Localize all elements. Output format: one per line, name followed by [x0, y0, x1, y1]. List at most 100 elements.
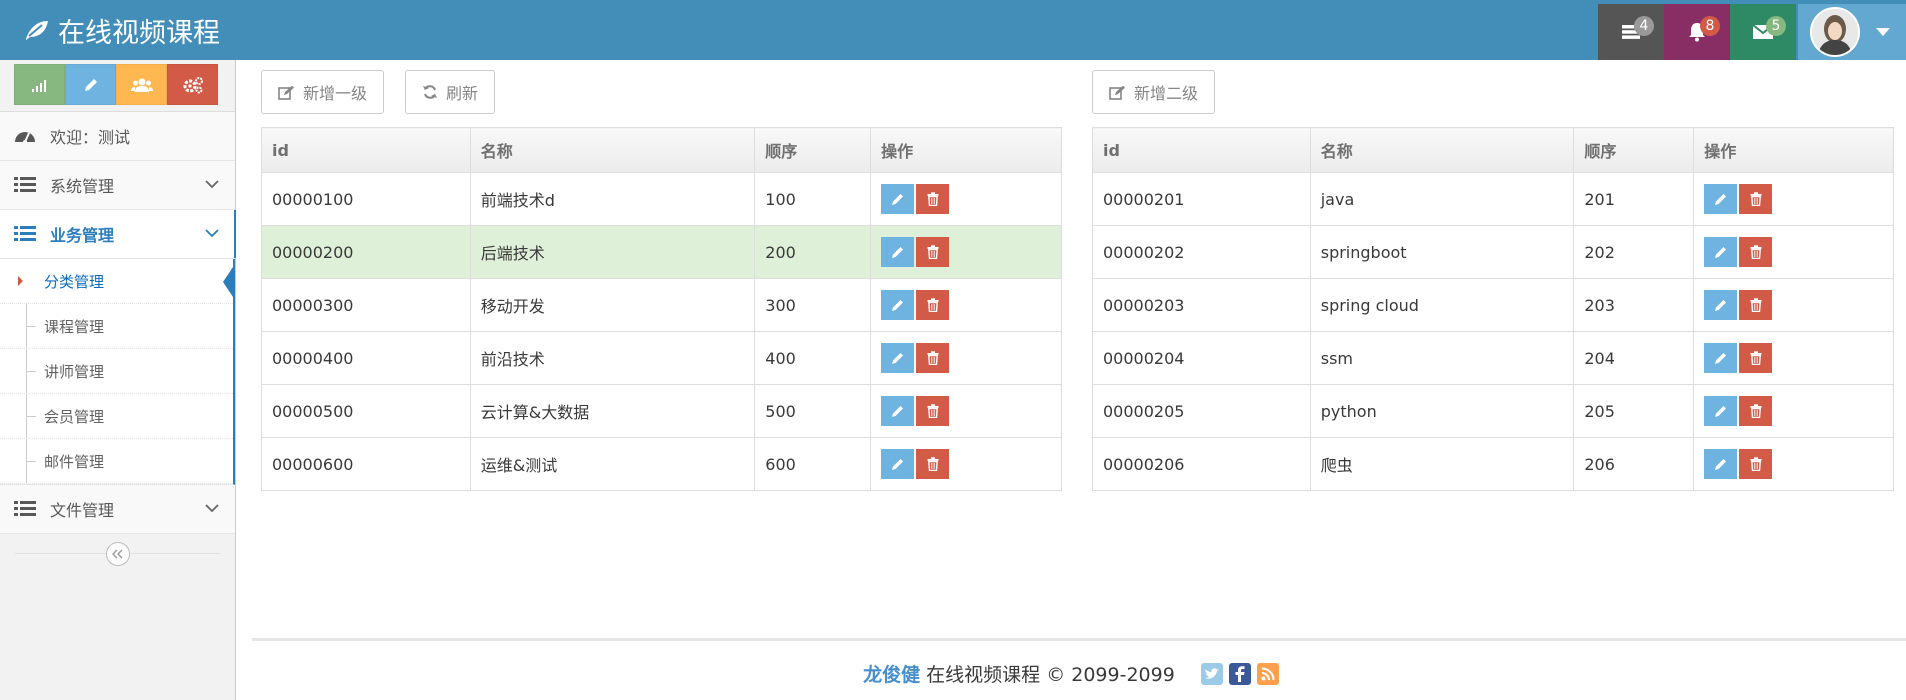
delete-button[interactable] — [916, 396, 950, 426]
row-actions — [881, 290, 1051, 320]
shortcut-edit-button[interactable] — [65, 64, 116, 105]
edit-button[interactable] — [881, 396, 915, 426]
cell-name: springboot — [1309, 225, 1575, 279]
delete-button[interactable] — [916, 237, 950, 267]
trash-icon — [927, 245, 939, 259]
list-icon — [14, 501, 36, 516]
edit-button[interactable] — [1704, 396, 1738, 426]
notifications-button[interactable]: 8 — [1664, 4, 1730, 60]
sidebar-welcome[interactable]: 欢迎：测试 — [0, 112, 235, 161]
add-level2-button[interactable]: 新增二级 — [1092, 70, 1216, 114]
delete-button[interactable] — [916, 449, 950, 479]
sidebar-item-system[interactable]: 系统管理 — [0, 161, 235, 210]
cell-id: 00000203 — [1092, 278, 1311, 332]
delete-button[interactable] — [916, 290, 950, 320]
actions-cell — [870, 331, 1062, 385]
sub-item-label: 邮件管理 — [44, 452, 105, 471]
row-actions — [1704, 184, 1883, 214]
table-row[interactable]: 00000200 后端技术 200 — [261, 225, 1062, 279]
sidebar-item-teacher[interactable]: 讲师管理 — [0, 349, 233, 394]
table-row[interactable]: 00000204 ssm 204 — [1092, 331, 1894, 385]
social-links — [1200, 662, 1279, 685]
trash-icon — [927, 457, 939, 471]
add-level1-button[interactable]: 新增一级 — [261, 70, 385, 114]
shortcut-stats-button[interactable] — [14, 64, 65, 105]
table-row[interactable]: 00000205 python 205 — [1092, 384, 1894, 438]
cell-order: 500 — [754, 384, 872, 438]
tasks-button[interactable]: 4 — [1598, 4, 1664, 60]
sidebar-item-category[interactable]: 分类管理 — [0, 259, 233, 304]
edit-button[interactable] — [881, 237, 915, 267]
table-row[interactable]: 00000400 前沿技术 400 — [261, 331, 1062, 385]
collapse-sidebar-button[interactable] — [106, 542, 130, 566]
table-row[interactable]: 00000202 springboot 202 — [1092, 225, 1894, 279]
user-menu[interactable] — [1798, 4, 1906, 60]
sidebar-item-file[interactable]: 文件管理 — [0, 485, 235, 534]
delete-button[interactable] — [1739, 343, 1773, 373]
pencil-icon — [1714, 406, 1726, 417]
edit-button[interactable] — [1704, 449, 1738, 479]
double-chevron-left-icon — [112, 549, 123, 559]
users-icon — [130, 78, 153, 92]
chevron-down-icon — [205, 504, 219, 513]
app-title: 在线视频课程 — [58, 17, 220, 49]
row-actions — [881, 343, 1051, 373]
shortcut-users-button[interactable] — [116, 64, 167, 105]
table-row[interactable]: 00000201 java 201 — [1092, 172, 1894, 226]
row-actions — [1704, 237, 1883, 267]
shortcut-settings-button[interactable] — [167, 64, 218, 105]
refresh-icon — [423, 85, 437, 99]
cell-order: 203 — [1573, 278, 1695, 332]
level2-category-table: id 名称 顺序 操作 00000201 java 201 00000202 sprin… — [1092, 127, 1894, 491]
table-row[interactable]: 00000203 spring cloud 203 — [1092, 278, 1894, 332]
cell-id: 00000600 — [261, 437, 471, 491]
chevron-down-icon — [205, 229, 219, 238]
table-row[interactable]: 00000300 移动开发 300 — [261, 278, 1062, 332]
edit-button[interactable] — [881, 449, 915, 479]
sidebar-item-mail[interactable]: 邮件管理 — [0, 439, 233, 484]
cell-name: python — [1309, 384, 1575, 438]
cell-name: 运维&测试 — [469, 437, 756, 491]
twitter-link[interactable] — [1200, 662, 1223, 685]
sidebar-item-business[interactable]: 业务管理 — [0, 210, 236, 259]
signal-icon — [31, 79, 46, 92]
row-actions — [881, 184, 1051, 214]
table-row[interactable]: 00000500 云计算&大数据 500 — [261, 384, 1062, 438]
edit-button[interactable] — [881, 343, 915, 373]
table-row[interactable]: 00000100 前端技术d 100 — [261, 172, 1062, 226]
messages-button[interactable]: 5 — [1730, 4, 1796, 60]
cell-order: 204 — [1573, 331, 1695, 385]
delete-button[interactable] — [1739, 237, 1773, 267]
rss-link[interactable] — [1256, 662, 1279, 685]
delete-button[interactable] — [916, 343, 950, 373]
sidebar-item-label: 业务管理 — [50, 226, 115, 245]
delete-button[interactable] — [916, 184, 950, 214]
sidebar-item-member[interactable]: 会员管理 — [0, 394, 233, 439]
cell-id: 00000200 — [261, 225, 471, 279]
button-label: 新增一级 — [303, 84, 368, 103]
refresh-button[interactable]: 刷新 — [405, 70, 496, 114]
row-actions — [1704, 290, 1883, 320]
edit-icon — [278, 85, 294, 100]
table-row[interactable]: 00000206 爬虫 206 — [1092, 437, 1894, 491]
actions-cell — [1693, 225, 1894, 279]
row-actions — [1704, 449, 1883, 479]
table-row[interactable]: 00000600 运维&测试 600 — [261, 437, 1062, 491]
edit-button[interactable] — [881, 290, 915, 320]
edit-button[interactable] — [881, 184, 915, 214]
row-actions — [881, 237, 1051, 267]
delete-button[interactable] — [1739, 290, 1773, 320]
brand[interactable]: 在线视频课程 — [24, 12, 220, 49]
sidebar-item-course[interactable]: 课程管理 — [0, 304, 233, 349]
edit-button[interactable] — [1704, 237, 1738, 267]
edit-button[interactable] — [1704, 343, 1738, 373]
delete-button[interactable] — [1739, 396, 1773, 426]
edit-button[interactable] — [1704, 184, 1738, 214]
sub-item-label: 讲师管理 — [44, 362, 105, 381]
column-header: 名称 — [1309, 127, 1575, 173]
delete-button[interactable] — [1739, 449, 1773, 479]
edit-button[interactable] — [1704, 290, 1738, 320]
facebook-link[interactable] — [1228, 662, 1251, 685]
caret-right-icon — [18, 276, 23, 286]
delete-button[interactable] — [1739, 184, 1773, 214]
